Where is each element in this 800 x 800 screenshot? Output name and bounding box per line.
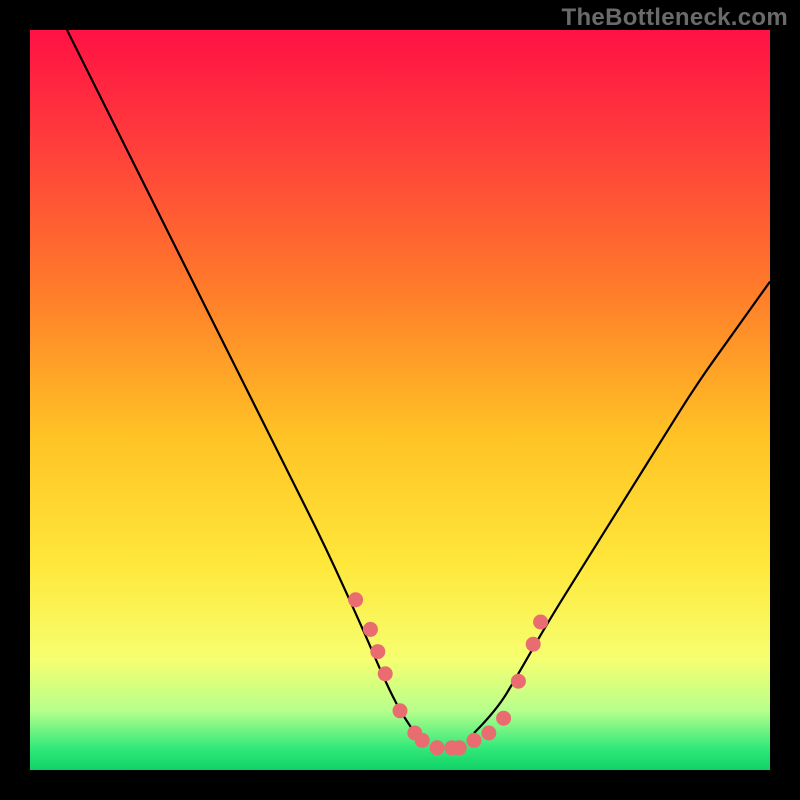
trough-dot bbox=[511, 674, 526, 689]
trough-dot bbox=[526, 637, 541, 652]
trough-dot bbox=[452, 740, 467, 755]
trough-dot bbox=[481, 726, 496, 741]
bottleneck-chart bbox=[0, 0, 800, 800]
plot-background bbox=[30, 30, 770, 770]
trough-dot bbox=[378, 666, 393, 681]
trough-dot bbox=[415, 733, 430, 748]
trough-dot bbox=[533, 615, 548, 630]
trough-dot bbox=[348, 592, 363, 607]
trough-dot bbox=[363, 622, 378, 637]
watermark-text: TheBottleneck.com bbox=[562, 4, 788, 32]
chart-frame: TheBottleneck.com bbox=[0, 0, 800, 800]
trough-dot bbox=[496, 711, 511, 726]
trough-dot bbox=[430, 740, 445, 755]
trough-dot bbox=[467, 733, 482, 748]
trough-dot bbox=[370, 644, 385, 659]
trough-dot bbox=[393, 703, 408, 718]
